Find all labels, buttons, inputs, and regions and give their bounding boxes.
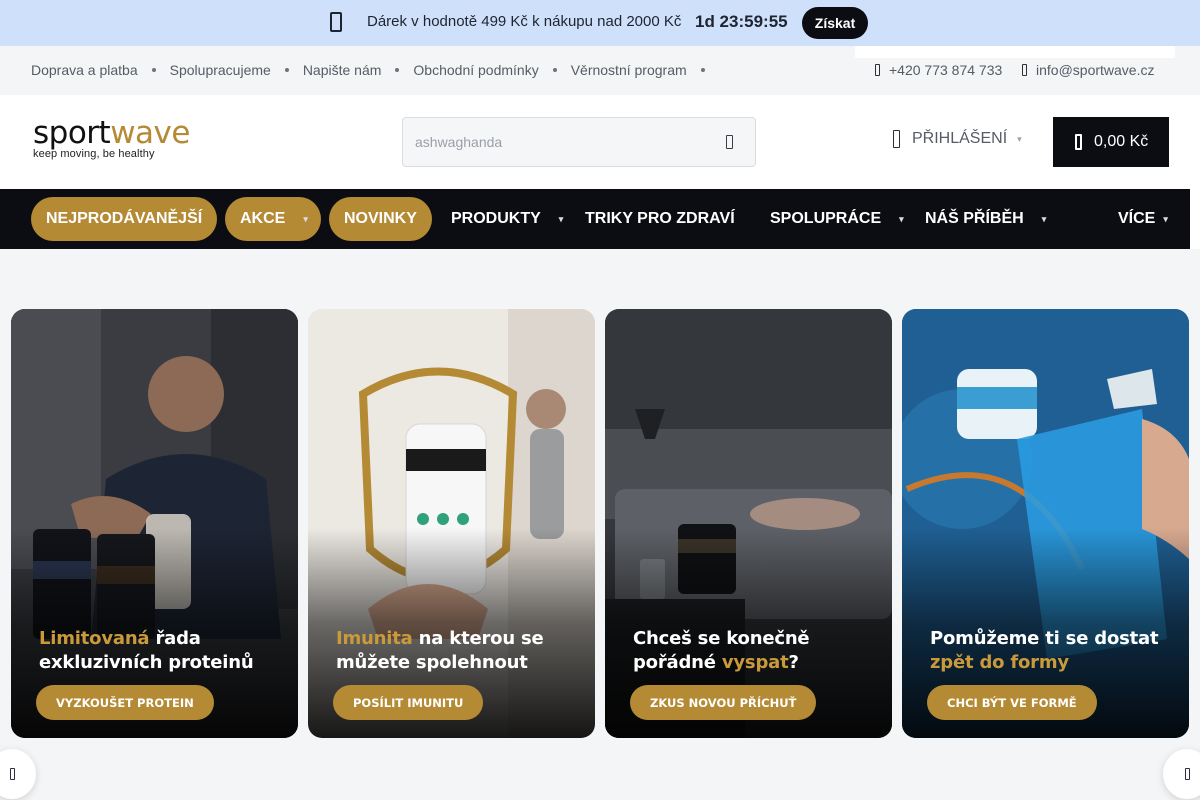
logo-wordmark: sportwave: [33, 115, 243, 151]
carousel-prev-button[interactable]: [0, 749, 36, 799]
logo-part-sport: sport: [33, 115, 111, 151]
nav-bestsellers[interactable]: NEJPRODÁVANĚJŠÍ: [31, 197, 218, 241]
logo[interactable]: sportwave keep moving, be healthy: [33, 118, 243, 162]
link-contact[interactable]: Napište nám: [303, 62, 382, 78]
title-text-end: ?: [788, 652, 799, 673]
email-address: info@sportwave.cz: [1036, 62, 1155, 78]
nav-label: AKCE: [240, 210, 286, 227]
banner-immunity[interactable]: Imunita na kterou se můžete spolehnout P…: [308, 309, 595, 738]
chevron-down-icon: ▾: [1017, 133, 1022, 144]
logo-part-wave: wave: [110, 115, 190, 151]
banner-title: Limitovaná řada exkluzivních proteinů: [39, 627, 289, 675]
separator-dot: [284, 68, 289, 72]
arrow-left-icon: [9, 768, 15, 780]
title-text: Pomůžeme ti se dostat: [930, 628, 1159, 649]
user-icon: [893, 130, 900, 148]
separator-dot: [151, 68, 156, 72]
nav-more[interactable]: VÍCE ▾: [1118, 197, 1168, 241]
banner-sleep[interactable]: Chceš se konečně pořádné vyspat? ZKUS NO…: [605, 309, 892, 738]
cart-button[interactable]: 0,00 Kč: [1053, 117, 1169, 167]
email-contact[interactable]: info@sportwave.cz: [1022, 62, 1154, 78]
banner-protein[interactable]: Limitovaná řada exkluzivních proteinů VY…: [11, 309, 298, 738]
nav-sale[interactable]: AKCE ▾: [225, 197, 321, 241]
link-terms[interactable]: Obchodní podmínky: [413, 62, 538, 78]
banner-cta-button[interactable]: CHCI BÝT VE FORMĚ: [927, 685, 1097, 720]
promo-bar: Dárek v hodnotě 499 Kč k nákupu nad 2000…: [0, 0, 1200, 46]
banner-title: Chceš se konečně pořádné vyspat?: [633, 627, 883, 675]
separator-dot: [552, 68, 557, 72]
chevron-down-icon: ▾: [899, 213, 904, 224]
link-loyalty[interactable]: Věrnostní program: [571, 62, 687, 78]
chevron-down-icon: ▾: [303, 213, 308, 224]
search-icon[interactable]: [723, 133, 737, 151]
promo-countdown: 1d 23:59:55: [695, 12, 788, 31]
title-accent: Limitovaná: [39, 628, 150, 649]
main-nav: NEJPRODÁVANĚJŠÍ AKCE ▾ NOVINKY PRODUKTY …: [0, 189, 1190, 249]
chevron-down-icon: ▾: [1163, 213, 1168, 224]
separator-dot: [700, 68, 705, 72]
promo-banners: Limitovaná řada exkluzivních proteinů VY…: [0, 249, 1200, 800]
nav-label: NOVINKY: [344, 210, 417, 227]
banner-cta-button[interactable]: ZKUS NOVOU PŘÍCHUŤ: [630, 685, 817, 720]
nav-edge: [1190, 189, 1200, 249]
nav-label: VÍCE: [1118, 210, 1156, 227]
search-box: [402, 117, 756, 167]
top-links-bar: Doprava a platba Spolupracujeme Napište …: [0, 46, 1200, 95]
phone-contact[interactable]: +420 773 874 733: [875, 62, 1002, 78]
title-accent: vyspat: [721, 652, 789, 673]
separator-dot: [395, 68, 400, 72]
phone-number: +420 773 874 733: [889, 62, 1003, 78]
title-accent: Imunita: [336, 628, 413, 649]
promo-message: Dárek v hodnotě 499 Kč k nákupu nad 2000…: [367, 13, 682, 30]
banner-cta-button[interactable]: POSÍLIT IMUNITU: [333, 685, 484, 720]
site-header: sportwave keep moving, be healthy PŘIHLÁ…: [0, 95, 1200, 189]
mail-icon: [1022, 64, 1027, 76]
logo-tagline: keep moving, be healthy: [33, 148, 155, 160]
info-links: Doprava a platba Spolupracujeme Napište …: [31, 62, 719, 78]
nav-label: NEJPRODÁVANĚJŠÍ: [46, 210, 203, 227]
carousel-next-button[interactable]: [1163, 749, 1200, 799]
gift-icon: [330, 12, 342, 32]
nav-label: SPOLUPRÁCE: [770, 210, 882, 227]
link-shipping-payment[interactable]: Doprava a platba: [31, 62, 138, 78]
nav-label: NÁŠ PŘÍBĚH: [925, 210, 1024, 227]
login-button[interactable]: PŘIHLÁŠENÍ ▾: [893, 130, 1022, 148]
banner-title: Imunita na kterou se můžete spolehnout: [336, 627, 586, 675]
search-input[interactable]: [403, 118, 703, 166]
banner-title: Pomůžeme ti se dostat zpět do formy: [930, 627, 1180, 675]
nav-cooperation[interactable]: SPOLUPRÁCE ▾: [770, 197, 904, 241]
cart-total: 0,00 Kč: [1094, 133, 1149, 150]
nav-our-story[interactable]: NÁŠ PŘÍBĚH ▾: [925, 197, 1046, 241]
link-partnership[interactable]: Spolupracujeme: [170, 62, 271, 78]
login-label: PŘIHLÁŠENÍ: [912, 130, 1008, 147]
chevron-down-icon: ▾: [558, 213, 564, 224]
title-accent: zpět do formy: [930, 652, 1069, 673]
arrow-right-icon: [1184, 768, 1190, 780]
nav-products[interactable]: PRODUKTY ▾: [451, 197, 563, 241]
nav-label: TRIKY PRO ZDRAVÍ: [585, 210, 735, 227]
promo-get-button[interactable]: Získat: [802, 7, 868, 39]
nav-label: PRODUKTY: [451, 210, 541, 227]
nav-new[interactable]: NOVINKY: [329, 197, 432, 241]
nav-health-tips[interactable]: TRIKY PRO ZDRAVÍ: [585, 197, 735, 241]
banner-fitness[interactable]: Pomůžeme ti se dostat zpět do formy CHCI…: [902, 309, 1189, 738]
banner-cta-button[interactable]: VYZKOUŠET PROTEIN: [36, 685, 214, 720]
phone-icon: [875, 64, 880, 76]
cart-icon: [1075, 134, 1082, 150]
chevron-down-icon: ▾: [1041, 213, 1047, 224]
